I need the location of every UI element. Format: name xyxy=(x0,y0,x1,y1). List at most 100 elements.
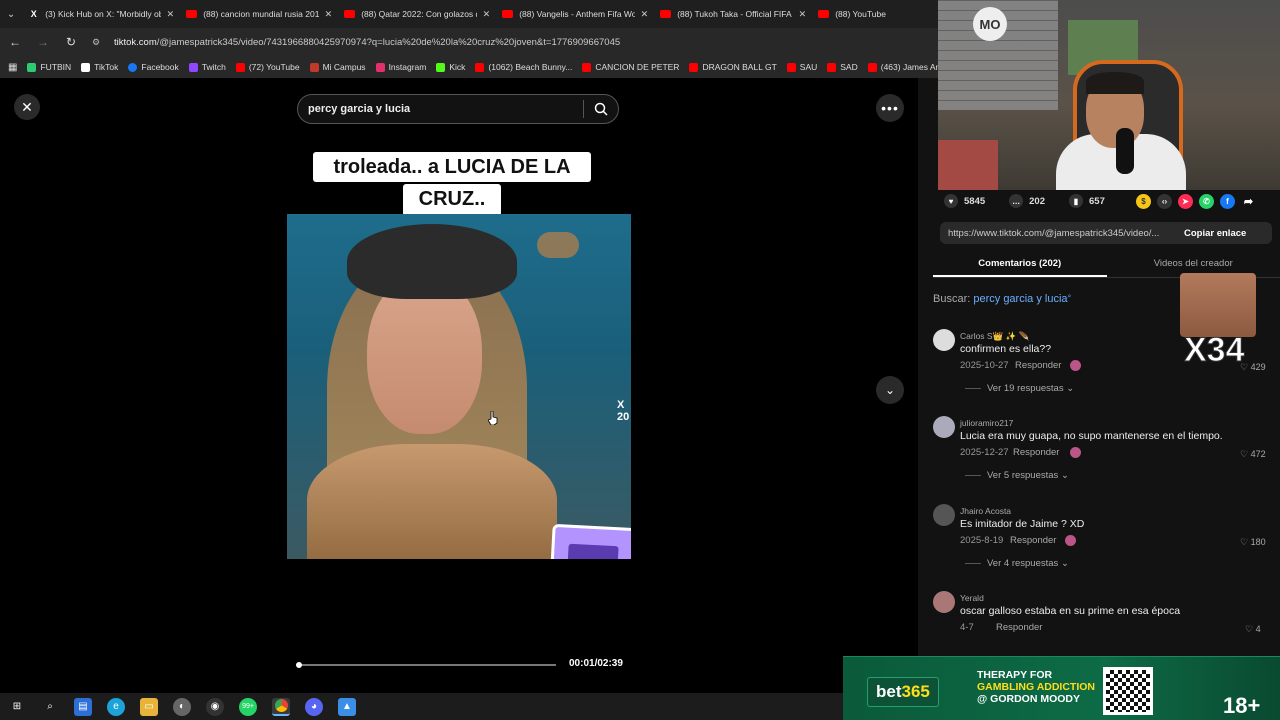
share-link-box: https://www.tiktok.com/@jamespatrick345/… xyxy=(940,222,1272,244)
forward-icon[interactable]: → xyxy=(34,33,52,51)
comment-like[interactable]: ♡ 4 xyxy=(1245,624,1261,635)
comment-username[interactable]: Yerald xyxy=(960,593,984,603)
tab-close-icon[interactable]: ✕ xyxy=(325,9,333,20)
qr-code xyxy=(1103,667,1153,715)
tab-close-icon[interactable]: ✕ xyxy=(483,9,491,20)
reply-button[interactable]: Responder xyxy=(1010,535,1056,546)
comment-username[interactable]: julioramiro217 xyxy=(960,418,1013,428)
send-icon[interactable]: ➤ xyxy=(1178,194,1193,209)
bookmark[interactable]: Kick xyxy=(436,62,465,72)
bookmark[interactable]: Instagram xyxy=(375,62,427,72)
url-path: /@jamespatrick345/video/7431966880425970… xyxy=(156,36,621,48)
whatsapp-icon[interactable]: 99+ xyxy=(239,697,257,716)
browser-tab[interactable]: (88) Tukoh Taka - Official FIFA F ✕ xyxy=(654,0,812,28)
facebook-icon[interactable]: f xyxy=(1220,194,1235,209)
coin-icon[interactable]: $ xyxy=(1136,194,1151,209)
comment-date: 2025-10-27 xyxy=(960,360,1009,371)
bookmark[interactable]: CANCION DE PETER xyxy=(582,62,679,72)
url-field[interactable]: tiktok.com/@jamespatrick345/video/743196… xyxy=(114,37,620,48)
bookmark[interactable]: SAU xyxy=(786,62,817,72)
more-options-icon[interactable]: ••• xyxy=(876,94,904,122)
reply-button[interactable]: Responder xyxy=(1013,447,1059,458)
bookmark[interactable]: SAD xyxy=(827,62,858,72)
copy-link-button[interactable]: Copiar enlace xyxy=(1176,228,1246,239)
save-button[interactable]: ▮ 657 xyxy=(1069,194,1105,208)
view-replies-button[interactable]: Ver 5 respuestas ⌄ xyxy=(965,470,1069,481)
search-query-link[interactable]: percy garcia y lucia xyxy=(973,293,1067,305)
back-icon[interactable]: ← xyxy=(6,33,24,51)
comment-date: 4-7 xyxy=(960,622,974,633)
webcam-overlay: MO xyxy=(938,0,1280,190)
tab-close-icon[interactable]: ✕ xyxy=(641,9,649,20)
search-icon[interactable] xyxy=(584,102,618,116)
reply-button[interactable]: Responder xyxy=(996,622,1042,633)
comment-like[interactable]: ♡ 472 xyxy=(1240,449,1266,460)
creator-avatar-icon xyxy=(1065,535,1076,546)
bookmark[interactable]: (72) YouTube xyxy=(235,62,300,72)
reload-icon[interactable]: ↻ xyxy=(62,33,80,51)
discord-icon[interactable]: ◕ xyxy=(305,697,323,716)
bookmark[interactable]: FUTBIN xyxy=(27,62,71,72)
chevron-down-icon[interactable]: ⌄ xyxy=(876,376,904,404)
tab-close-icon[interactable]: ✕ xyxy=(799,9,807,20)
search-prefix: Buscar: xyxy=(933,293,971,305)
share-link-url[interactable]: https://www.tiktok.com/@jamespatrick345/… xyxy=(940,228,1176,239)
video-player[interactable]: troleada.. a LUCIA DE LA CRUZ.. X 20 00:… xyxy=(287,134,631,693)
apps-grid-icon[interactable]: ▦ xyxy=(8,62,17,73)
view-replies-button[interactable]: Ver 4 respuestas ⌄ xyxy=(965,558,1069,569)
video-progress-bar[interactable] xyxy=(295,662,556,668)
avatar[interactable] xyxy=(933,591,955,613)
share-arrow-icon[interactable]: ➦ xyxy=(1241,194,1256,209)
bookmark[interactable]: DRAGON BALL GT xyxy=(689,62,777,72)
app-icon[interactable]: ◐ xyxy=(173,697,191,716)
search-input[interactable]: percy garcia y lucia xyxy=(297,94,619,124)
file-explorer-icon[interactable]: ▭ xyxy=(140,697,158,716)
editor-icon[interactable]: ▲ xyxy=(338,697,356,716)
comment-like[interactable]: ♡ 180 xyxy=(1240,537,1266,548)
bookmark[interactable]: Facebook xyxy=(128,62,179,72)
browser-tab[interactable]: X (3) Kick Hub on X: "Morbidly ob ✕ xyxy=(22,0,180,28)
chrome-icon[interactable] xyxy=(272,697,290,716)
tab-search-menu-icon[interactable]: ⌄ xyxy=(0,0,22,28)
close-icon[interactable]: ✕ xyxy=(14,94,40,120)
tab-close-icon[interactable]: ✕ xyxy=(167,9,175,20)
bookmark-label: Instagram xyxy=(388,62,427,72)
progress-handle[interactable] xyxy=(295,662,302,668)
avatar[interactable] xyxy=(933,329,955,351)
tab-title: (3) Kick Hub on X: "Morbidly ob xyxy=(45,9,161,19)
store-icon[interactable]: ▤ xyxy=(74,697,92,716)
site-info-icon[interactable]: ⚙ xyxy=(90,36,102,48)
tab-comments[interactable]: Comentarios (202) xyxy=(933,254,1107,277)
view-replies-label: Ver 5 respuestas xyxy=(987,470,1059,481)
search-icon[interactable]: ⌕ xyxy=(41,698,59,716)
avatar[interactable] xyxy=(933,416,955,438)
youtube-icon xyxy=(502,10,514,18)
view-replies-button[interactable]: Ver 19 respuestas ⌄ xyxy=(965,383,1074,394)
comment-username[interactable]: Carlos S👑 ✨ 🪶 xyxy=(960,331,1029,342)
edge-icon[interactable]: e xyxy=(107,697,125,716)
bookmark[interactable]: Mi Campus xyxy=(309,62,366,72)
browser-tab[interactable]: (88) Vangelis - Anthem Fifa Wo ✕ xyxy=(496,0,654,28)
bookmark[interactable]: (463) James Arthur xyxy=(867,62,940,72)
whatsapp-icon[interactable]: ✆ xyxy=(1199,194,1214,209)
obs-icon[interactable]: ◉ xyxy=(206,697,224,716)
engagement-bar: ♥ 5845 … 202 ▮ 657 $ ‹› ➤ ✆ f ➦ xyxy=(918,189,1280,213)
age-rating: 18+ xyxy=(1223,693,1261,718)
bookmark-label: TikTok xyxy=(94,62,119,72)
youtube-icon xyxy=(186,10,198,18)
like-button[interactable]: ♥ 5845 xyxy=(944,194,985,208)
comment-button[interactable]: … 202 xyxy=(1009,194,1045,208)
embed-icon[interactable]: ‹› xyxy=(1157,194,1172,209)
comment-username[interactable]: Jhairo Acosta xyxy=(960,506,1011,516)
browser-tab[interactable]: (88) cancion mundial rusia 2018 ✕ xyxy=(180,0,338,28)
browser-tab[interactable]: (88) YouTube xyxy=(812,0,940,28)
windows-start-icon[interactable]: ⊞ xyxy=(8,698,26,716)
avatar[interactable] xyxy=(933,504,955,526)
reply-button[interactable]: Responder xyxy=(1015,360,1061,371)
bookmark[interactable]: TikTok xyxy=(81,62,118,72)
browser-tab-strip: ⌄ X (3) Kick Hub on X: "Morbidly ob ✕ (8… xyxy=(0,0,940,28)
bookmark[interactable]: Twitch xyxy=(188,62,226,72)
bookmark[interactable]: (1062) Beach Bunny... xyxy=(475,62,572,72)
ad-banner[interactable]: bet365 THERAPY FOR GAMBLING ADDICTION @ … xyxy=(843,656,1280,720)
browser-tab[interactable]: (88) Qatar 2022: Con golazos de ✕ xyxy=(338,0,496,28)
